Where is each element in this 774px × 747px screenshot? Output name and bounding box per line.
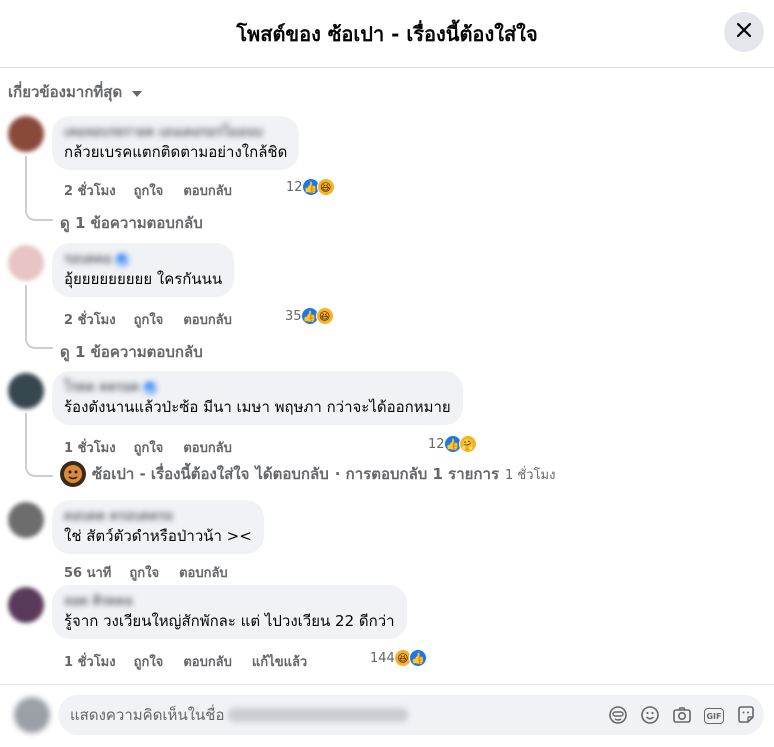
comment-actions: 1 ชั่วโมง ถูกใจ ตอบกลับ แก้ไขแล้ว (64, 651, 307, 672)
comment-author[interactable]: ลอด ดิรดดอ (64, 593, 395, 611)
comment-time[interactable]: 2 ชั่วโมง (64, 309, 116, 330)
caret-down-icon (132, 90, 143, 97)
thread-line (25, 156, 53, 221)
thread-line (25, 413, 53, 477)
reaction-summary[interactable]: 35 👍 😆 (285, 307, 334, 325)
comment-composer: แสดงความคิดเห็นในชื่อ GIF (0, 684, 774, 747)
reaction-count: 35 (285, 308, 302, 324)
like-reaction-icon: 👍 (408, 649, 427, 667)
haha-reaction-icon: 😆 (315, 307, 334, 325)
comment-bubble: โรดด ดดรอด ร้องตังนานแล้วป่ะซ้อ มีนา เมษ… (52, 371, 463, 425)
like-button[interactable]: ถูกใจ (129, 562, 159, 583)
verified-badge-icon (115, 253, 128, 266)
reply-button[interactable]: ตอบกลับ (183, 437, 232, 458)
comment-input[interactable]: แสดงความคิดเห็นในชื่อ GIF (58, 695, 764, 735)
reaction-summary[interactable]: 12 👍 😆 (286, 178, 335, 196)
comment-text: รู้จาก วงเวียนใหญ่สักพักละ แต่ ไปวงเวียน… (64, 612, 395, 630)
sort-dropdown[interactable]: เกี่ยวข้องมากที่สุด (8, 80, 143, 104)
comment-bubble: ลอด ดิรดดอ รู้จาก วงเวียนใหญ่สักพักละ แต… (52, 585, 407, 639)
camera-icon[interactable] (672, 705, 692, 725)
view-replies-link[interactable]: ดู 1 ข้อความตอบกลับ (60, 340, 203, 364)
reaction-count: 144 (370, 650, 395, 666)
reply-button[interactable]: ตอบกลับ (183, 651, 232, 672)
comment-actions: 56 นาที ถูกใจ ตอบกลับ (64, 562, 228, 583)
page-avatar (60, 461, 86, 487)
avatar-sticker-icon[interactable] (608, 705, 628, 725)
comment-bubble: รอบดดอ อุ้ยยยยยยยยย ใครกันนน (52, 243, 235, 297)
dialog-title: โพสต์ของ ซ้อเปา - เรื่องนี้ต้องใส่ใจ (236, 22, 538, 46)
user-avatar[interactable] (14, 697, 50, 733)
comment-author[interactable]: เคอลอบรยรายค เอนเดอรอรโมอนบ (64, 124, 287, 142)
close-button[interactable] (724, 12, 764, 52)
sticker-icon[interactable] (736, 705, 756, 725)
blurred-name (228, 708, 409, 722)
comment-author[interactable]: รอบดดอ (64, 251, 222, 269)
reaction-summary[interactable]: 12 👍 🤗 (428, 435, 477, 453)
comment-bubble: ดอบดด ดรอบดดรอ ใช่ สัตว์ตัวดำหรือป่าวน้า… (52, 500, 264, 554)
like-button[interactable]: ถูกใจ (134, 437, 164, 458)
care-reaction-icon: 🤗 (458, 435, 477, 453)
reply-button[interactable]: ตอบกลับ (183, 309, 232, 330)
comment-bubble: เคอลอบรยรายค เอนเดอรอรโมอนบ กล้วยเบรคแตก… (52, 116, 300, 170)
reply-button[interactable]: ตอบกลับ (179, 562, 228, 583)
edited-label[interactable]: แก้ไขแล้ว (252, 651, 307, 672)
like-button[interactable]: ถูกใจ (134, 651, 164, 672)
comment-time[interactable]: 56 นาที (64, 562, 111, 583)
comment-text: กล้วยเบรคแตกติดตามอย่างใกล้ชิด (64, 143, 288, 161)
reaction-count: 12 (428, 436, 445, 452)
reply-action: ได้ตอบกลับ (255, 465, 329, 483)
comment-text: อุ้ยยยยยยยยย ใครกันนน (64, 270, 223, 288)
comment-actions: 2 ชั่วโมง ถูกใจ ตอบกลับ (64, 180, 232, 201)
thread-line (25, 285, 53, 349)
reaction-count: 12 (286, 179, 303, 195)
close-icon (736, 22, 752, 42)
avatar[interactable] (8, 587, 44, 623)
reply-author[interactable]: ซ้อเปา - เรื่องนี้ต้องใส่ใจ (92, 462, 249, 486)
avatar[interactable] (8, 245, 44, 281)
like-button[interactable]: ถูกใจ (134, 180, 164, 201)
emoji-icon[interactable] (640, 705, 660, 725)
comment-time[interactable]: 1 ชั่วโมง (64, 437, 116, 458)
like-button[interactable]: ถูกใจ (134, 309, 164, 330)
composer-icons: GIF (608, 705, 756, 725)
dialog-header: โพสต์ของ ซ้อเปา - เรื่องนี้ต้องใส่ใจ (0, 0, 774, 68)
comment-actions: 2 ชั่วโมง ถูกใจ ตอบกลับ (64, 309, 232, 330)
view-replies-link[interactable]: ดู 1 ข้อความตอบกลับ (60, 211, 203, 235)
comment-author[interactable]: โรดด ดดรอด (64, 379, 451, 397)
reply-summary: · การตอบกลับ 1 รายการ (334, 465, 499, 483)
reaction-summary[interactable]: 144 😆 👍 (370, 649, 427, 667)
comment-time[interactable]: 1 ชั่วโมง (64, 651, 116, 672)
verified-badge-icon (143, 381, 156, 394)
avatar[interactable] (8, 502, 44, 538)
comment-input-placeholder: แสดงความคิดเห็นในชื่อ (70, 706, 225, 724)
haha-reaction-icon: 😆 (316, 178, 335, 196)
comment-actions: 1 ชั่วโมง ถูกใจ ตอบกลับ (64, 437, 232, 458)
reply-button[interactable]: ตอบกลับ (183, 180, 232, 201)
avatar[interactable] (8, 116, 44, 152)
comment-text: ใช่ สัตว์ตัวดำหรือป่าวน้า >< (64, 527, 252, 545)
comment-text: ร้องตังนานแล้วป่ะซ้อ มีนา เมษา พฤษภา กว่… (64, 398, 451, 416)
sort-label: เกี่ยวข้องมากที่สุด (8, 83, 123, 101)
avatar[interactable] (8, 373, 44, 409)
comment-time[interactable]: 2 ชั่วโมง (64, 180, 116, 201)
comment-author[interactable]: ดอบดด ดรอบดดรอ (64, 508, 252, 526)
reply-preview[interactable]: ซ้อเปา - เรื่องนี้ต้องใส่ใจ ได้ตอบกลับ ·… (60, 461, 555, 487)
reply-time: 1 ชั่วโมง (505, 467, 556, 483)
gif-icon[interactable]: GIF (704, 705, 724, 725)
